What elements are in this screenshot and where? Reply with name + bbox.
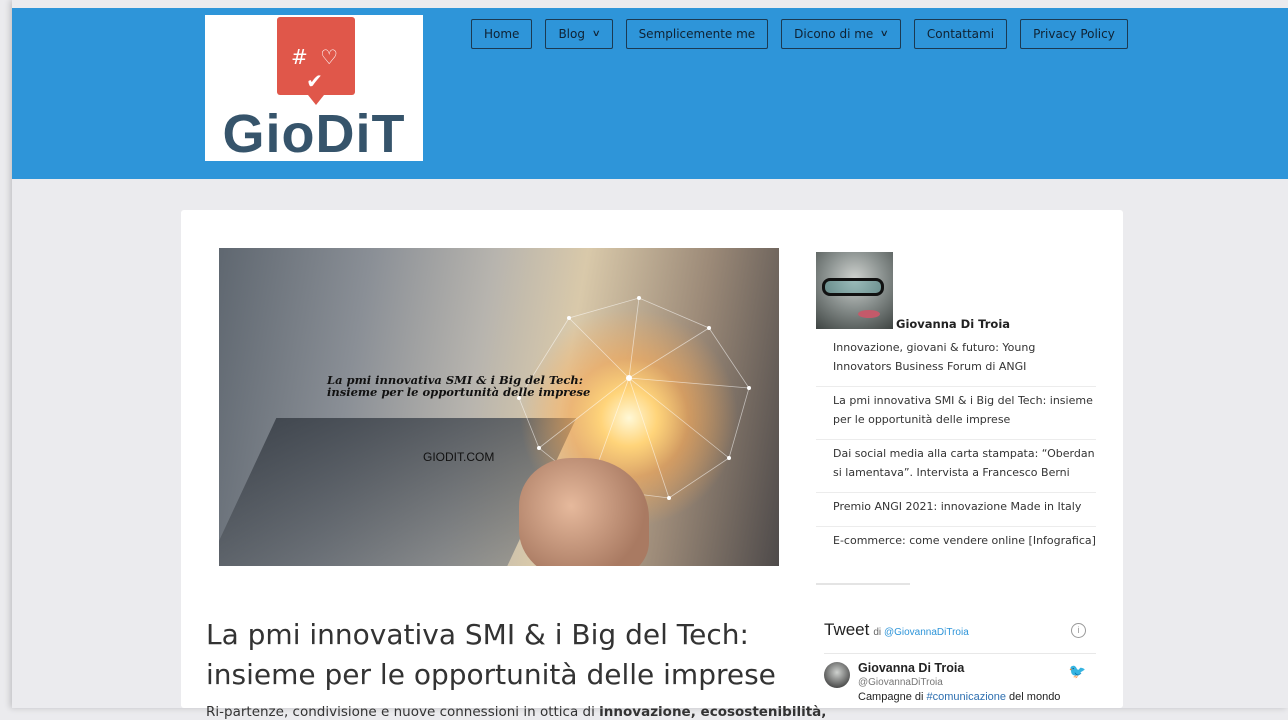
nav-blog-label: Blog	[558, 27, 585, 41]
chevron-down-icon: ∨	[591, 29, 601, 39]
nav-dicono-di-me[interactable]: Dicono di me ∨	[781, 19, 901, 49]
tweet-text: Campagne di #comunicazione del mondo	[858, 691, 1060, 703]
article-title[interactable]: La pmi innovativa SMI & i Big del Tech: …	[206, 615, 806, 695]
logo-bubble-icon: # ♡ ✔	[277, 17, 355, 105]
hero-caption: La pmi innovativa SMI & i Big del Tech: …	[327, 374, 590, 398]
chevron-down-icon: ∨	[879, 29, 890, 39]
recent-post-link[interactable]: E-commerce: come vendere online [Infogra…	[816, 527, 1096, 560]
recent-post-link[interactable]: La pmi innovativa SMI & i Big del Tech: …	[816, 387, 1096, 440]
author-avatar	[816, 252, 893, 329]
main-nav: Home Blog ∨ Semplicemente me Dicono di me…	[471, 19, 1141, 49]
article-excerpt: Ri-partenze, condivisione e nuove connes…	[206, 703, 826, 720]
excerpt-bold-text: innovazione, ecosostenibilità,	[599, 703, 827, 720]
twitter-bird-icon: 🐦	[1068, 664, 1086, 680]
nav-contattami-label: Contattami	[926, 27, 995, 41]
site-logo[interactable]: # ♡ ✔ GioDiT	[205, 15, 423, 164]
twitter-header: Tweet di @GiovannaDiTroia	[816, 620, 1096, 640]
recent-posts-list: Innovazione, giovani & futuro: Young Inn…	[816, 334, 1096, 560]
nav-dicono-di-me-label: Dicono di me	[794, 27, 874, 41]
nav-privacy-policy[interactable]: Privacy Policy	[1020, 19, 1128, 49]
logo-brand: GioDiT	[222, 104, 406, 164]
hand-shape	[519, 458, 649, 566]
tweet-text-start: Campagne di	[858, 691, 927, 703]
recent-post-link[interactable]: Premio ANGI 2021: innovazione Made in It…	[816, 493, 1096, 527]
logo-symbols: # ♡ ✔	[290, 45, 342, 93]
tweet-avatar[interactable]	[824, 662, 850, 688]
recent-post-link[interactable]: Dai social media alla carta stampata: “O…	[816, 440, 1096, 493]
nav-home-label: Home	[484, 27, 520, 41]
twitter-title: Tweet	[824, 620, 870, 639]
nav-privacy-policy-label: Privacy Policy	[1033, 27, 1115, 41]
twitter-divider	[824, 653, 1096, 654]
recent-post-link[interactable]: Innovazione, giovani & futuro: Young Inn…	[816, 334, 1096, 387]
twitter-by-handle[interactable]: @GiovannaDiTroia	[884, 627, 969, 638]
twitter-timeline: Tweet di @GiovannaDiTroia i Giovanna Di …	[816, 620, 1096, 710]
author-name: Giovanna Di Troia	[896, 317, 1011, 331]
hero-caption-line-2: insieme per le opportunità delle imprese	[327, 385, 591, 399]
sidebar-divider	[816, 583, 910, 585]
nav-home[interactable]: Home	[471, 19, 533, 49]
nav-semplicemente-me-label: Semplicemente me	[638, 27, 756, 41]
nav-contattami[interactable]: Contattami	[913, 19, 1008, 49]
nav-blog[interactable]: Blog ∨	[545, 19, 613, 49]
featured-image[interactable]: La pmi innovativa SMI & i Big del Tech: …	[219, 248, 779, 566]
twitter-by: di @GiovannaDiTroia	[873, 627, 968, 638]
tweet-author-name[interactable]: Giovanna Di Troia	[858, 661, 964, 675]
info-icon[interactable]: i	[1071, 623, 1086, 638]
hero-site-label: GIODIT.COM	[423, 450, 495, 464]
nav-semplicemente-me[interactable]: Semplicemente me	[625, 19, 769, 49]
tweet-text-end: del mondo	[1006, 691, 1061, 703]
glasses-shape	[822, 278, 884, 296]
tweet-author-handle[interactable]: @GiovannaDiTroia	[858, 677, 943, 688]
excerpt-text: Ri-partenze, condivisione e nuove connes…	[206, 703, 600, 720]
tweet-hashtag-link[interactable]: #comunicazione	[927, 691, 1007, 703]
lips-shape	[858, 310, 880, 318]
twitter-by-prefix: di	[873, 627, 882, 638]
